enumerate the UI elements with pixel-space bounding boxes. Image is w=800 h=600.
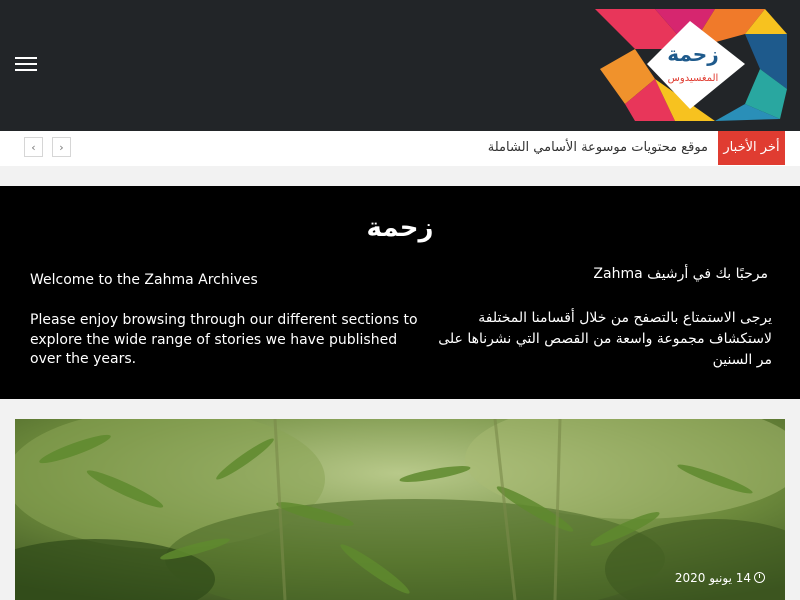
banner-en-body: Please enjoy browsing through our differ… xyxy=(30,312,418,367)
chevron-left-icon[interactable]: ‹ xyxy=(24,137,43,157)
hamburger-menu-icon[interactable] xyxy=(15,57,37,73)
featured-date-text: 14 يونيو 2020 xyxy=(674,571,751,585)
banner-en-title: Welcome to the Zahma Archives xyxy=(30,272,258,288)
banner-logo-text: زحمة xyxy=(367,213,434,243)
featured-article-image[interactable] xyxy=(15,419,785,600)
welcome-banner: زحمة Welcome to the Zahma Archives Pleas… xyxy=(0,186,800,399)
banner-logo: زحمة xyxy=(366,206,434,246)
logo-subtext: المغسيدوس xyxy=(668,73,719,84)
site-logo[interactable]: زحمة المغسيدوس xyxy=(595,9,787,123)
chevron-right-icon[interactable]: › xyxy=(52,137,71,157)
banner-ar-body: يرجى الاستمتاع بالتصفح من خلال أقسامنا ا… xyxy=(438,310,772,368)
site-header: زحمة المغسيدوس xyxy=(0,0,800,131)
featured-date: 14 يونيو 2020 xyxy=(675,571,765,585)
banner-ar-title: مرحبًا بك في أرشيف Zahma xyxy=(593,266,768,282)
latest-news-badge: أخر الأخبار xyxy=(718,131,785,165)
clock-icon xyxy=(754,572,765,583)
logo-text: زحمة xyxy=(667,42,718,66)
ticker-headline[interactable]: موقع محتويات موسوعة الأسامي الشاملة xyxy=(488,131,708,165)
